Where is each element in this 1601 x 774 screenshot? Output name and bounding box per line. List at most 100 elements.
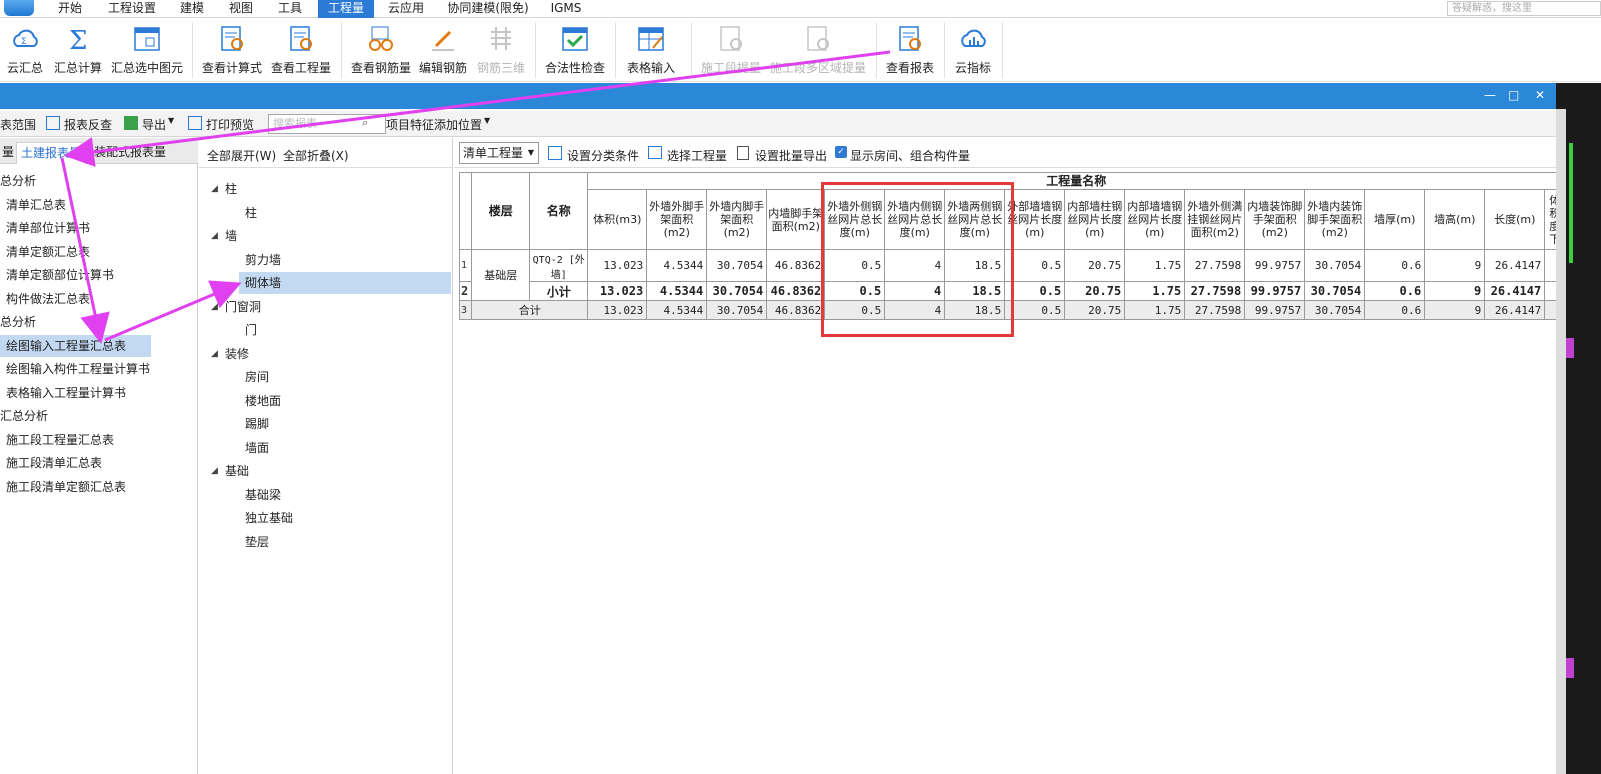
tree-node[interactable]: 房间 <box>239 366 269 388</box>
stage-quantity-button[interactable]: 施工段提量 <box>696 20 766 80</box>
value-cell[interactable]: 13.023 <box>587 249 648 282</box>
maximize-button[interactable]: □ <box>1508 87 1519 103</box>
quantity-type-select[interactable]: 清单工程量 ▼ <box>459 142 539 164</box>
app-logo[interactable] <box>4 0 34 16</box>
table-input-button[interactable]: 表格输入 <box>620 20 682 80</box>
tree-node[interactable]: 楼地面 <box>239 390 281 412</box>
report-list-item[interactable]: 施工段工程量汇总表 <box>0 429 114 451</box>
tree-group[interactable]: ◢ 柱 <box>199 178 237 200</box>
tree-collapse-triangle-icon[interactable]: ◢ <box>211 178 218 200</box>
menu-tab-start[interactable]: 开始 <box>50 0 90 18</box>
menu-tab-igms[interactable]: IGMS <box>544 0 588 18</box>
report-group-header[interactable]: 总分析 <box>0 311 36 333</box>
cloud-sum-button[interactable]: Σ 云汇总 <box>4 20 46 80</box>
value-cell[interactable]: 13.023 <box>587 281 648 301</box>
menu-tab-modeling[interactable]: 建模 <box>172 0 212 18</box>
feature-position-dropdown[interactable]: 项目特征添加位置 <box>386 116 482 133</box>
column-header[interactable]: 内墙脚手架面积(m2) <box>766 189 826 250</box>
value-cell[interactable]: 0.6 <box>1364 300 1426 320</box>
value-cell[interactable]: 9 <box>1424 249 1486 282</box>
legality-check-button[interactable]: 合法性检查 <box>540 20 610 80</box>
report-list-item[interactable]: 构件做法汇总表 <box>0 288 90 310</box>
menu-tab-view[interactable]: 视图 <box>221 0 261 18</box>
value-cell[interactable]: 1.75 <box>1124 249 1186 282</box>
value-cell[interactable]: 1.75 <box>1124 300 1186 320</box>
view-formula-button[interactable]: 查看计算式 <box>200 20 264 80</box>
set-category-button[interactable]: 设置分类条件 <box>567 147 639 164</box>
tree-collapse-triangle-icon[interactable]: ◢ <box>211 296 218 318</box>
column-header[interactable]: 外墙外脚手架面积(m2) <box>646 189 708 250</box>
tree-collapse-triangle-icon[interactable]: ◢ <box>211 343 218 365</box>
menu-tab-cloud-apps[interactable]: 云应用 <box>380 0 432 18</box>
column-header[interactable]: 体积(m3) <box>587 189 648 250</box>
export-button[interactable]: 导出 <box>142 116 166 133</box>
tree-node[interactable]: 砌体墙 <box>239 272 451 294</box>
menu-tab-quantity[interactable]: 工程量 <box>318 0 374 18</box>
select-quantity-button[interactable]: 选择工程量 <box>667 147 727 164</box>
column-header[interactable]: 外墙外侧满挂钢丝网片面积(m2) <box>1184 189 1246 250</box>
column-header[interactable]: 长度(m) <box>1484 189 1546 250</box>
menu-tab-collab-modeling[interactable]: 协同建模(限免) <box>440 0 536 18</box>
view-rebar-button[interactable]: 查看钢筋量 <box>348 20 414 80</box>
tree-node[interactable]: 踢脚 <box>239 413 269 435</box>
value-cell[interactable]: 9 <box>1424 300 1486 320</box>
column-header[interactable]: 内部墙墙钢丝网片长度(m) <box>1124 189 1186 250</box>
edit-rebar-button[interactable]: 编辑钢筋 <box>416 20 470 80</box>
tree-node[interactable]: 剪力墙 <box>239 249 281 271</box>
menu-tab-tools[interactable]: 工具 <box>270 0 310 18</box>
value-cell[interactable]: 20.75 <box>1064 300 1126 320</box>
value-cell[interactable]: 46.8362 <box>766 300 826 320</box>
report-list-item[interactable]: 清单定额汇总表 <box>0 241 90 263</box>
cloud-index-button[interactable]: 云指标 <box>948 20 998 80</box>
multi-region-quantity-button[interactable]: 施工段多区域提量 <box>768 20 868 80</box>
search-icon[interactable]: ⌕ <box>362 116 368 130</box>
value-cell[interactable]: 46.8362 <box>766 249 826 282</box>
column-header[interactable]: 外墙内装饰脚手架面积(m2) <box>1304 189 1366 250</box>
value-cell[interactable]: 30.7054 <box>706 281 768 301</box>
print-preview-button[interactable]: 打印预览 <box>206 116 254 133</box>
show-rooms-checkbox[interactable]: ✓ <box>835 146 847 158</box>
report-list-item[interactable]: 清单汇总表 <box>0 194 66 216</box>
value-cell[interactable]: 27.7598 <box>1184 281 1246 301</box>
batch-export-button[interactable]: 设置批量导出 <box>755 147 827 164</box>
value-cell[interactable]: 4.5344 <box>646 281 708 301</box>
tree-node[interactable]: 基础梁 <box>239 484 281 506</box>
view-report-button[interactable]: 查看报表 <box>880 20 940 80</box>
value-cell[interactable]: 9 <box>1424 281 1486 301</box>
tree-group[interactable]: ◢ 基础 <box>199 460 249 482</box>
value-cell[interactable]: 30.7054 <box>1304 249 1366 282</box>
value-cell[interactable]: 27.7598 <box>1184 249 1246 282</box>
value-cell[interactable]: 27.7598 <box>1184 300 1246 320</box>
value-cell[interactable]: 26.4147 <box>1484 249 1546 282</box>
value-cell[interactable]: 26.4147 <box>1484 281 1546 301</box>
report-range-button[interactable]: 表范围 <box>0 116 36 133</box>
column-header[interactable]: 外墙内脚手架面积(m2) <box>706 189 768 250</box>
value-cell[interactable]: 20.75 <box>1064 281 1126 301</box>
value-cell[interactable]: 0.6 <box>1364 249 1426 282</box>
tree-group[interactable]: ◢ 门窗洞 <box>199 296 261 318</box>
report-list-item[interactable]: 绘图输入构件工程量计算书 <box>0 358 150 380</box>
value-cell[interactable]: 99.9757 <box>1244 281 1306 301</box>
column-header[interactable]: 内部墙柱钢丝网片长度(m) <box>1064 189 1126 250</box>
sum-selected-button[interactable]: 汇总选中图元 <box>110 20 184 80</box>
minimize-button[interactable]: — <box>1484 87 1496 103</box>
value-cell[interactable]: 13.023 <box>587 300 648 320</box>
tree-node[interactable]: 门 <box>239 319 257 341</box>
value-cell[interactable]: 30.7054 <box>706 249 768 282</box>
value-cell[interactable]: 26.4147 <box>1484 300 1546 320</box>
column-header[interactable]: 墙高(m) <box>1424 189 1486 250</box>
tree-group[interactable]: ◢ 装修 <box>199 343 249 365</box>
tree-collapse-triangle-icon[interactable]: ◢ <box>211 460 218 482</box>
report-list-item[interactable]: 施工段清单定额汇总表 <box>0 476 126 498</box>
tree-node[interactable]: 垫层 <box>239 531 269 553</box>
sum-calc-button[interactable]: Σ 汇总计算 <box>52 20 104 80</box>
menu-tab-project-settings[interactable]: 工程设置 <box>100 0 164 18</box>
collapse-all-button[interactable]: 全部折叠(X) <box>283 147 349 164</box>
report-list-item[interactable]: 表格输入工程量计算书 <box>0 382 126 404</box>
report-list-item[interactable]: 清单定额部位计算书 <box>0 264 114 286</box>
value-cell[interactable]: 0.6 <box>1364 281 1426 301</box>
value-cell[interactable]: 20.75 <box>1064 249 1126 282</box>
tab-prefab-report[interactable]: 装配式报表量 <box>90 142 170 164</box>
export-chevron-down-icon[interactable]: ▼ <box>168 116 174 125</box>
tree-node[interactable]: 独立基础 <box>239 507 293 529</box>
